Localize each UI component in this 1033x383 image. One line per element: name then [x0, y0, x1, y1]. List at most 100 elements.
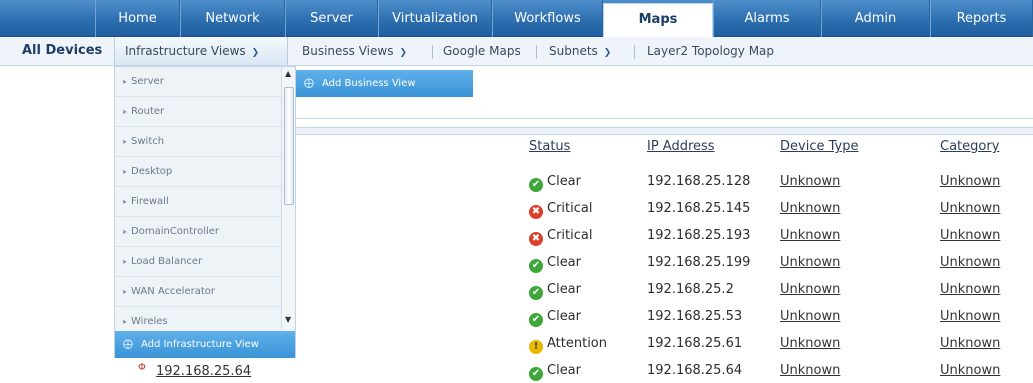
- status-cell: ✖ Critical: [529, 228, 592, 246]
- subnav-business-label: Business Views: [302, 44, 394, 58]
- column-header-status[interactable]: Status: [529, 139, 570, 154]
- x-circle-icon: ✖: [529, 232, 543, 246]
- tab-alarms[interactable]: Alarms: [713, 0, 821, 37]
- ip-address-cell: 192.168.25.53: [647, 309, 743, 324]
- x-circle-icon: ✖: [529, 205, 543, 219]
- subnav-google-maps[interactable]: Google Maps: [443, 37, 521, 65]
- scroll-up-arrow-icon[interactable]: ▲: [285, 69, 291, 78]
- menu-scroll-thumb[interactable]: [284, 87, 294, 205]
- menu-item-firewall[interactable]: ▸ Firewall: [115, 187, 281, 217]
- category-link[interactable]: Unknown: [940, 228, 1000, 243]
- sub-nav-bar: All Devices Infrastructure Views ❯ Busine…: [0, 37, 1033, 66]
- table-top-border: [295, 118, 1033, 119]
- chevron-down-icon: ❯: [399, 48, 408, 58]
- table-row[interactable]: ✔ Clear 192.168.25.2 Unknown Unknown: [295, 276, 1033, 303]
- status-label: Clear: [547, 363, 581, 378]
- tab-maps[interactable]: Maps: [603, 3, 713, 37]
- bullet-icon: ▸: [123, 317, 128, 326]
- menu-item-router[interactable]: ▸ Router: [115, 97, 281, 127]
- menu-item-wan-accelerator[interactable]: ▸ WAN Accelerator: [115, 277, 281, 307]
- ip-address-cell: 192.168.25.61: [647, 336, 743, 351]
- table-row[interactable]: ! Attention 192.168.25.61 Unknown Unknown: [295, 330, 1033, 357]
- table-row[interactable]: ✔ Clear 192.168.25.64 Unknown Unknown: [295, 357, 1033, 383]
- subnav-business-views[interactable]: Business Views ❯: [302, 37, 407, 65]
- chevron-down-icon: ❯: [251, 48, 260, 58]
- check-circle-icon: ✔: [529, 259, 543, 273]
- check-circle-icon: ✔: [529, 313, 543, 327]
- device-type-link[interactable]: Unknown: [780, 363, 840, 378]
- check-circle-icon: ✔: [529, 178, 543, 192]
- subnav-infrastructure-views[interactable]: Infrastructure Views ❯: [114, 37, 288, 65]
- category-link[interactable]: Unknown: [940, 309, 1000, 324]
- column-header-device-type[interactable]: Device Type: [780, 139, 858, 154]
- category-link[interactable]: Unknown: [940, 336, 1000, 351]
- subnav-infrastructure-label: Infrastructure Views: [125, 44, 246, 58]
- ip-address-cell: 192.168.25.64: [647, 363, 743, 378]
- menu-item-domaincontroller[interactable]: ▸ DomainController: [115, 217, 281, 247]
- check-circle-icon: ✔: [529, 286, 543, 300]
- tab-workflows[interactable]: Workflows: [492, 0, 603, 37]
- subnav-divider: [634, 45, 635, 59]
- table-row[interactable]: ✔ Clear 192.168.25.128 Unknown Unknown: [295, 168, 1033, 195]
- status-cell: ✔ Clear: [529, 282, 581, 300]
- add-infrastructure-label: Add Infrastructure View: [141, 339, 259, 350]
- ip-address-cell: 192.168.25.193: [647, 228, 751, 243]
- menu-scrollbar[interactable]: ▲ ▼: [281, 67, 295, 329]
- status-cell: ✖ Critical: [529, 201, 592, 219]
- status-label: Clear: [547, 282, 581, 297]
- subnav-all-devices[interactable]: All Devices: [22, 37, 102, 65]
- scroll-down-arrow-icon[interactable]: ▼: [285, 315, 291, 324]
- menu-item-load-balancer[interactable]: ▸ Load Balancer: [115, 247, 281, 277]
- category-link[interactable]: Unknown: [940, 363, 1000, 378]
- menu-item-desktop[interactable]: ▸ Desktop: [115, 157, 281, 187]
- tab-network[interactable]: Network: [180, 0, 285, 37]
- table-header-band: [295, 127, 1033, 135]
- tab-server[interactable]: Server: [285, 0, 378, 37]
- tab-home[interactable]: Home: [95, 0, 180, 37]
- status-cell: ! Attention: [529, 336, 607, 354]
- menu-item-label: Load Balancer: [131, 256, 203, 267]
- device-type-link[interactable]: Unknown: [780, 201, 840, 216]
- status-cell: ✔ Clear: [529, 363, 581, 381]
- top-nav-bar: Home Network Server Virtualization Workf…: [0, 0, 1033, 37]
- ip-address-cell: 192.168.25.2: [647, 282, 734, 297]
- device-type-link[interactable]: Unknown: [780, 228, 840, 243]
- menu-item-label: Switch: [131, 136, 165, 147]
- table-row[interactable]: ✖ Critical 192.168.25.193 Unknown Unknown: [295, 222, 1033, 249]
- device-type-link[interactable]: Unknown: [780, 282, 840, 297]
- category-link[interactable]: Unknown: [940, 255, 1000, 270]
- table-row[interactable]: ✖ Critical 192.168.25.145 Unknown Unknown: [295, 195, 1033, 222]
- category-link[interactable]: Unknown: [940, 174, 1000, 189]
- column-header-ip-address[interactable]: IP Address: [647, 139, 715, 154]
- ip-address-cell: 192.168.25.145: [647, 201, 751, 216]
- device-type-link[interactable]: Unknown: [780, 336, 840, 351]
- status-cell: ✔ Clear: [529, 174, 581, 192]
- device-type-link[interactable]: Unknown: [780, 255, 840, 270]
- menu-item-server[interactable]: ▸ Server: [115, 67, 281, 97]
- menu-item-label: WAN Accelerator: [131, 286, 215, 297]
- tab-admin[interactable]: Admin: [821, 0, 930, 37]
- menu-item-label: Wireles: [131, 316, 168, 327]
- subnav-subnets[interactable]: Subnets ❯: [549, 37, 611, 65]
- menu-item-label: Firewall: [131, 196, 169, 207]
- bullet-icon: ▸: [123, 197, 128, 206]
- add-business-view-button[interactable]: ⨁ Add Business View: [296, 70, 473, 97]
- status-label: Clear: [547, 255, 581, 270]
- add-infrastructure-view-button[interactable]: ⨁ Add Infrastructure View: [115, 331, 295, 358]
- bullet-icon: ▸: [123, 137, 128, 146]
- exclamation-circle-icon: !: [529, 340, 543, 354]
- tab-reports[interactable]: Reports: [930, 0, 1033, 37]
- table-row[interactable]: ✔ Clear 192.168.25.53 Unknown Unknown: [295, 303, 1033, 330]
- device-type-link[interactable]: Unknown: [780, 174, 840, 189]
- status-label: Clear: [547, 309, 581, 324]
- column-header-category[interactable]: Category: [940, 139, 999, 154]
- category-link[interactable]: Unknown: [940, 201, 1000, 216]
- table-row[interactable]: ✔ Clear 192.168.25.199 Unknown Unknown: [295, 249, 1033, 276]
- subnav-layer2-topology[interactable]: Layer2 Topology Map: [647, 37, 774, 65]
- device-type-link[interactable]: Unknown: [780, 309, 840, 324]
- bullet-icon: ▸: [123, 77, 128, 86]
- device-name-link[interactable]: 192.168.25.64: [156, 364, 251, 379]
- category-link[interactable]: Unknown: [940, 282, 1000, 297]
- tab-virtualization[interactable]: Virtualization: [378, 0, 492, 37]
- menu-item-switch[interactable]: ▸ Switch: [115, 127, 281, 157]
